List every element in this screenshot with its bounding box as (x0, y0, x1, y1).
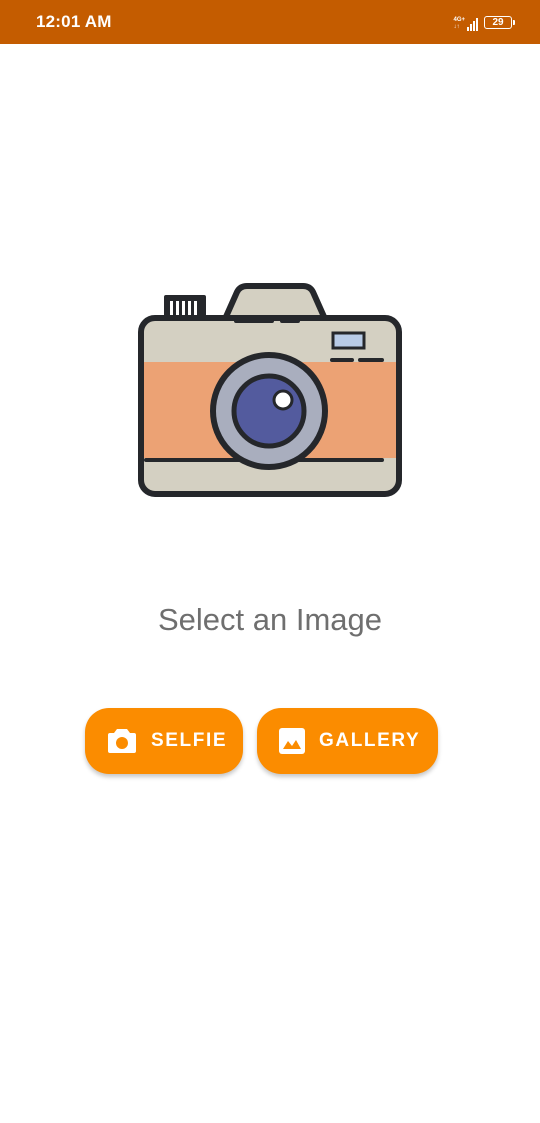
gallery-button-label: GALLERY (319, 730, 421, 751)
status-icons: 4G+ ↓↑ 29 (453, 13, 515, 31)
signal-bars-icon (467, 17, 478, 31)
page-title: Select an Image (157, 602, 383, 637)
gallery-button[interactable]: GALLERY (257, 708, 438, 774)
battery-icon: 29 (484, 15, 515, 29)
camera-icon (138, 283, 402, 497)
signal-indicator: 4G+ ↓↑ (453, 13, 478, 31)
network-type-label: 4G+ (453, 17, 465, 23)
status-bar: 12:01 AM 4G+ ↓↑ 29 (0, 0, 540, 44)
network-type: 4G+ ↓↑ (453, 17, 465, 31)
image-icon (279, 728, 305, 754)
selfie-button-label: SELFIE (151, 730, 228, 751)
network-activity-label: ↓↑ (453, 24, 460, 30)
status-time: 12:01 AM (36, 12, 112, 31)
battery-level: 29 (492, 16, 504, 28)
selfie-button[interactable]: SELFIE (85, 708, 243, 774)
camera-icon (107, 728, 137, 754)
